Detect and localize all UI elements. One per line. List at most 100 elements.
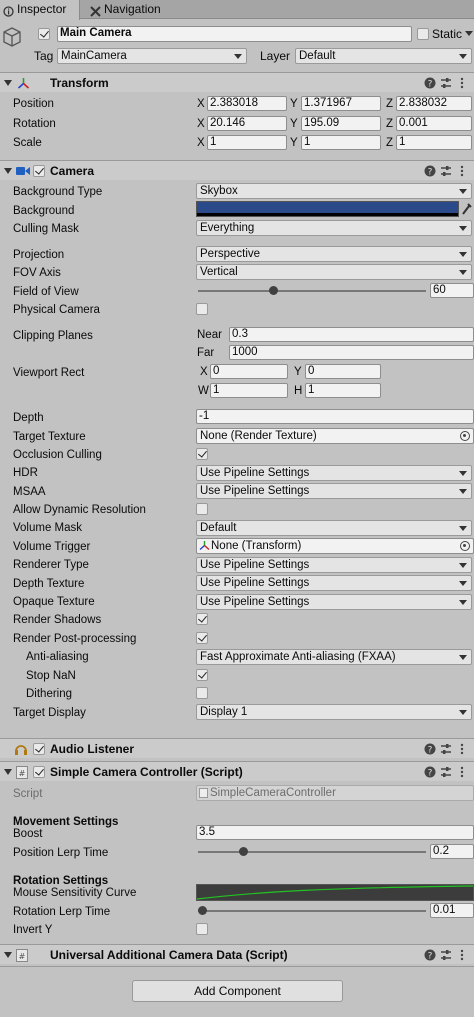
kebab-menu-icon[interactable] xyxy=(456,743,468,755)
allow-dynamic-resolution-checkbox[interactable] xyxy=(196,503,208,515)
fov-axis-dropdown[interactable]: Vertical xyxy=(196,264,472,280)
camera-enabled-checkbox[interactable] xyxy=(33,165,45,177)
position-z-axis-label[interactable]: Z xyxy=(386,97,393,111)
gameobject-name-input[interactable]: Main Camera xyxy=(57,26,412,42)
stop-nan-checkbox[interactable] xyxy=(196,669,208,681)
rotation-x-axis-label[interactable]: X xyxy=(197,117,205,131)
target-display-dropdown[interactable]: Display 1 xyxy=(196,704,472,720)
rotation-y-input[interactable]: 195.09 xyxy=(301,116,381,131)
rotation-x-input[interactable]: 20.146 xyxy=(207,116,287,131)
background-color-swatch[interactable] xyxy=(196,201,459,217)
transform-header[interactable]: Transform ? xyxy=(0,72,474,92)
viewport-x-input[interactable]: 0 xyxy=(210,364,288,379)
mouse-sensitivity-curve-field[interactable] xyxy=(196,884,474,901)
foldout-arrow-icon[interactable] xyxy=(4,952,12,958)
position-y-axis-label[interactable]: Y xyxy=(290,97,298,111)
opaque-texture-dropdown[interactable]: Use Pipeline Settings xyxy=(196,594,472,610)
scale-z-input[interactable]: 1 xyxy=(396,135,472,150)
foldout-arrow-icon[interactable] xyxy=(4,80,12,86)
volume-mask-dropdown[interactable]: Default xyxy=(196,520,472,536)
simple-camera-controller-enabled-checkbox[interactable] xyxy=(33,766,45,778)
fov-input[interactable]: 60 xyxy=(430,283,474,298)
scale-y-axis-label[interactable]: Y xyxy=(290,136,298,150)
preset-icon[interactable] xyxy=(440,743,452,755)
fov-slider-track[interactable] xyxy=(198,290,426,292)
scale-x-axis-label[interactable]: X xyxy=(197,136,205,150)
rotation-lerp-slider-thumb[interactable] xyxy=(198,906,207,915)
audio-listener-header[interactable]: Audio Listener ? xyxy=(0,738,474,758)
far-input[interactable]: 1000 xyxy=(229,345,474,360)
viewport-y-input[interactable]: 0 xyxy=(305,364,381,379)
tag-dropdown[interactable]: MainCamera xyxy=(57,48,247,64)
audio-listener-enabled-checkbox[interactable] xyxy=(33,743,45,755)
kebab-menu-icon[interactable] xyxy=(456,165,468,177)
object-picker-icon[interactable] xyxy=(460,541,470,551)
rotation-y-axis-label[interactable]: Y xyxy=(290,117,298,131)
scale-x-input[interactable]: 1 xyxy=(207,135,287,150)
physical-camera-checkbox[interactable] xyxy=(196,303,208,315)
depth-input[interactable]: -1 xyxy=(196,409,474,424)
position-lerp-slider-track[interactable] xyxy=(198,851,426,853)
projection-dropdown[interactable]: Perspective xyxy=(196,246,472,262)
render-post-processing-checkbox[interactable] xyxy=(196,632,208,644)
kebab-menu-icon[interactable] xyxy=(456,949,468,961)
help-icon[interactable]: ? xyxy=(424,766,436,779)
simple-camera-controller-header[interactable]: # Simple Camera Controller (Script) ? xyxy=(0,761,474,781)
viewport-w-input[interactable]: 1 xyxy=(210,383,288,398)
preset-icon[interactable] xyxy=(440,949,452,961)
far-label[interactable]: Far xyxy=(197,347,214,359)
hdr-dropdown[interactable]: Use Pipeline Settings xyxy=(196,465,472,481)
preset-icon[interactable] xyxy=(440,77,452,89)
add-component-button[interactable]: Add Component xyxy=(132,980,343,1002)
near-label[interactable]: Near xyxy=(197,329,222,341)
dithering-checkbox[interactable] xyxy=(196,687,208,699)
help-icon[interactable]: ? xyxy=(424,165,436,178)
kebab-menu-icon[interactable] xyxy=(456,77,468,89)
help-icon[interactable]: ? xyxy=(424,77,436,90)
viewport-h-input[interactable]: 1 xyxy=(305,383,381,398)
camera-header[interactable]: Camera ? xyxy=(0,160,474,180)
invert-y-checkbox[interactable] xyxy=(196,923,208,935)
rotation-z-axis-label[interactable]: Z xyxy=(386,117,393,131)
universal-additional-camera-data-header[interactable]: # Universal Additional Camera Data (Scri… xyxy=(0,944,474,964)
boost-input[interactable]: 3.5 xyxy=(196,825,474,840)
gameobject-active-checkbox[interactable] xyxy=(38,28,50,40)
msaa-dropdown[interactable]: Use Pipeline Settings xyxy=(196,483,472,499)
position-lerp-slider-thumb[interactable] xyxy=(239,847,248,856)
rotation-lerp-input[interactable]: 0.01 xyxy=(430,903,474,918)
background-type-dropdown[interactable]: Skybox xyxy=(196,183,472,199)
target-texture-field[interactable]: None (Render Texture) xyxy=(196,428,474,444)
help-icon[interactable]: ? xyxy=(424,743,436,756)
rotation-z-input[interactable]: 0.001 xyxy=(396,116,472,131)
viewport-x-label[interactable]: X xyxy=(200,365,208,379)
help-icon[interactable]: ? xyxy=(424,949,436,962)
position-x-input[interactable]: 2.383018 xyxy=(207,96,287,111)
foldout-arrow-icon[interactable] xyxy=(4,769,12,775)
position-x-axis-label[interactable]: X xyxy=(197,97,205,111)
position-lerp-input[interactable]: 0.2 xyxy=(430,844,474,859)
fov-slider-thumb[interactable] xyxy=(269,286,278,295)
static-checkbox[interactable] xyxy=(417,28,429,40)
object-picker-icon[interactable] xyxy=(460,431,470,441)
eyedropper-icon[interactable] xyxy=(461,202,473,216)
occlusion-culling-checkbox[interactable] xyxy=(196,448,208,460)
tab-navigation[interactable]: Navigation xyxy=(87,0,182,19)
near-input[interactable]: 0.3 xyxy=(229,327,474,342)
viewport-w-label[interactable]: W xyxy=(198,384,209,398)
preset-icon[interactable] xyxy=(440,766,452,778)
renderer-type-dropdown[interactable]: Use Pipeline Settings xyxy=(196,557,472,573)
culling-mask-dropdown[interactable]: Everything xyxy=(196,220,472,236)
position-y-input[interactable]: 1.371967 xyxy=(301,96,381,111)
scale-z-axis-label[interactable]: Z xyxy=(386,136,393,150)
viewport-y-label[interactable]: Y xyxy=(294,365,302,379)
render-shadows-checkbox[interactable] xyxy=(196,613,208,625)
static-dropdown-arrow[interactable] xyxy=(465,31,473,36)
viewport-h-label[interactable]: H xyxy=(294,384,302,398)
anti-aliasing-dropdown[interactable]: Fast Approximate Anti-aliasing (FXAA) xyxy=(196,649,472,665)
volume-trigger-field[interactable]: None (Transform) xyxy=(196,538,474,554)
foldout-arrow-icon[interactable] xyxy=(4,168,12,174)
kebab-menu-icon[interactable] xyxy=(456,766,468,778)
preset-icon[interactable] xyxy=(440,165,452,177)
depth-texture-dropdown[interactable]: Use Pipeline Settings xyxy=(196,575,472,591)
scale-y-input[interactable]: 1 xyxy=(301,135,381,150)
